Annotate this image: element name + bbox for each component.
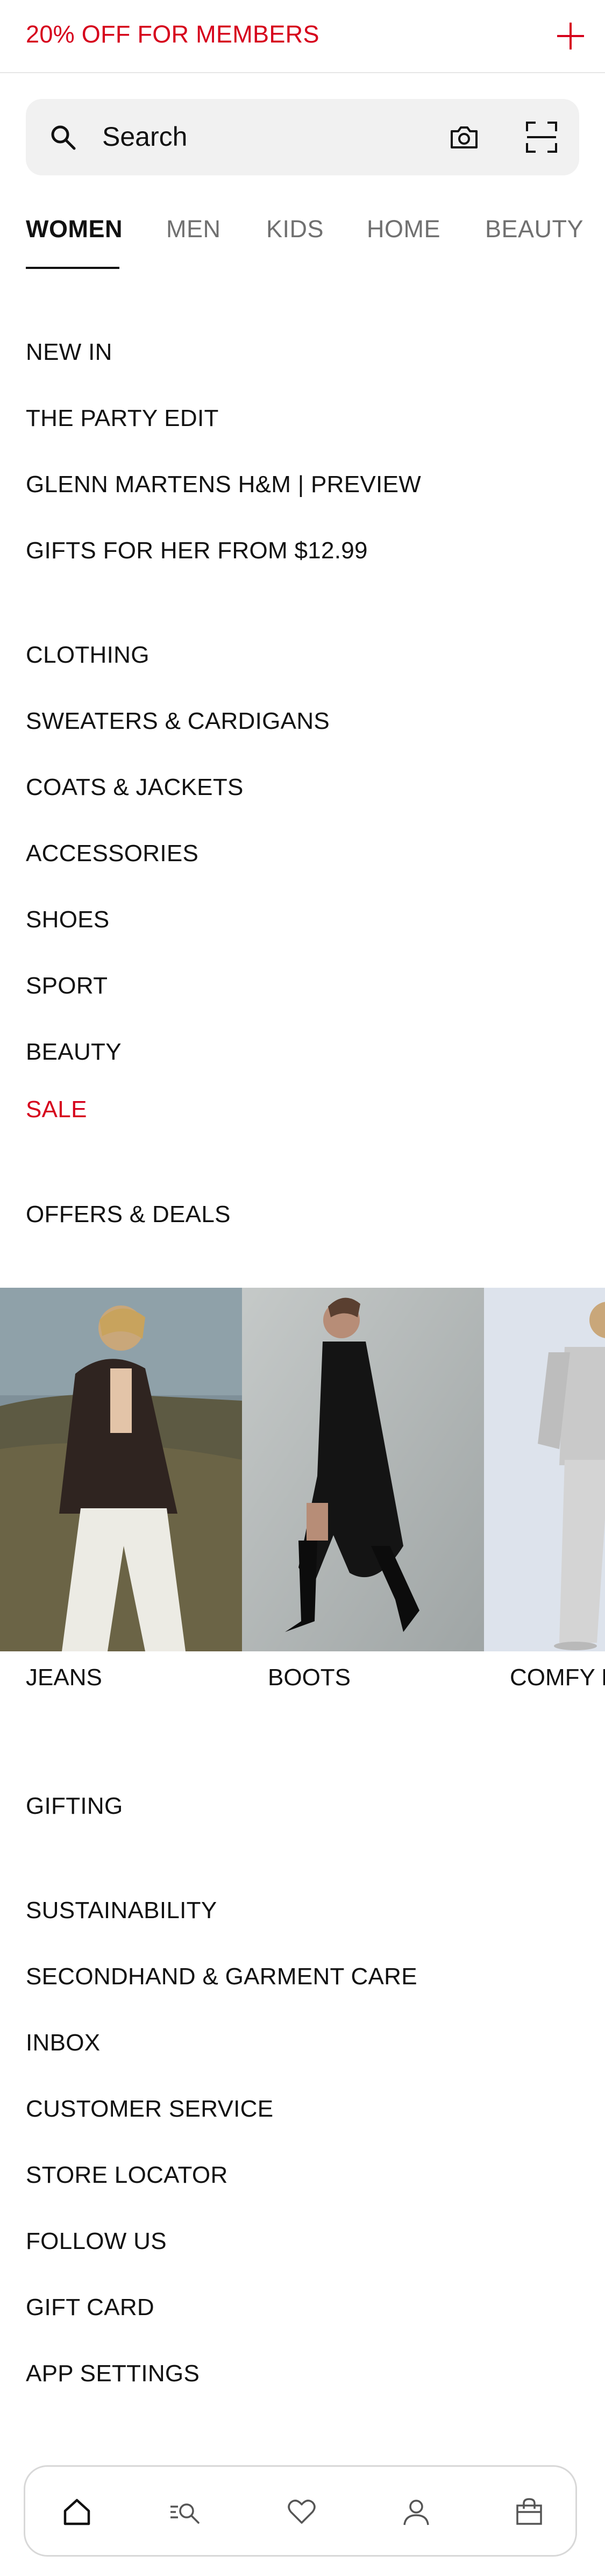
menu-item-secondhand[interactable]: SECONDHAND & GARMENT CARE: [26, 1963, 417, 1990]
menu-item-gift-card[interactable]: GIFT CARD: [26, 2294, 154, 2321]
favorites-icon[interactable]: [284, 2495, 319, 2529]
menu-item-party-edit[interactable]: THE PARTY EDIT: [26, 405, 219, 432]
browse-icon[interactable]: [168, 2495, 203, 2529]
menu-item-beauty[interactable]: BEAUTY: [26, 1039, 122, 1066]
menu-item-offers[interactable]: OFFERS & DEALS: [26, 1201, 231, 1228]
menu-item-follow-us[interactable]: FOLLOW US: [26, 2228, 167, 2255]
active-tab-indicator: [26, 267, 119, 269]
menu-item-gifts-for-her[interactable]: GIFTS FOR HER FROM $12.99: [26, 537, 368, 564]
carousel-label: JEANS: [26, 1664, 102, 1691]
scan-icon[interactable]: [525, 120, 558, 154]
tab-home[interactable]: HOME: [367, 215, 440, 243]
search-bar: [26, 99, 579, 175]
search-input[interactable]: [102, 115, 425, 158]
menu-item-coats[interactable]: COATS & JACKETS: [26, 774, 244, 801]
carousel-label: BOOTS: [268, 1664, 351, 1691]
jeans-image: [0, 1288, 242, 1651]
menu-item-sale[interactable]: SALE: [26, 1096, 87, 1123]
menu-item-customer-service[interactable]: CUSTOMER SERVICE: [26, 2096, 273, 2123]
menu-item-sustainability[interactable]: SUSTAINABILITY: [26, 1897, 217, 1924]
account-icon[interactable]: [399, 2495, 433, 2529]
menu-item-glenn-martens[interactable]: GLENN MARTENS H&M | PREVIEW: [26, 471, 421, 498]
bottom-navigation: [24, 2465, 577, 2557]
tab-beauty[interactable]: BEAUTY: [485, 215, 583, 243]
menu-item-new-in[interactable]: NEW IN: [26, 339, 112, 366]
boots-image: [242, 1288, 484, 1651]
promo-bar[interactable]: 20% OFF FOR MEMBERS: [0, 0, 605, 73]
plus-icon[interactable]: [555, 20, 586, 52]
tab-women[interactable]: WOMEN: [26, 215, 123, 243]
menu-item-app-settings[interactable]: APP SETTINGS: [26, 2360, 200, 2387]
bag-icon[interactable]: [512, 2495, 546, 2529]
category-carousel[interactable]: JEANS BOOTS COMFY: [0, 1288, 605, 1707]
menu-item-inbox[interactable]: INBOX: [26, 2029, 100, 2056]
menu-item-sport[interactable]: SPORT: [26, 973, 108, 999]
menu-item-gifting[interactable]: GIFTING: [26, 1793, 123, 1820]
tab-kids[interactable]: KIDS: [266, 215, 324, 243]
menu-item-clothing[interactable]: CLOTHING: [26, 642, 150, 669]
search-icon: [51, 125, 76, 150]
menu-item-accessories[interactable]: ACCESSORIES: [26, 840, 198, 867]
camera-icon[interactable]: [449, 122, 480, 153]
tab-men[interactable]: MEN: [166, 215, 221, 243]
home-icon[interactable]: [60, 2495, 94, 2529]
loungewear-image: [484, 1288, 605, 1651]
menu-item-store-locator[interactable]: STORE LOCATOR: [26, 2162, 228, 2189]
menu-item-shoes[interactable]: SHOES: [26, 906, 110, 933]
carousel-label: COMFY LOUNGEWEAR: [510, 1664, 605, 1691]
promo-text[interactable]: 20% OFF FOR MEMBERS: [26, 20, 319, 48]
department-tabs: WOMEN MEN KIDS HOME BEAUTY: [0, 199, 605, 269]
menu-item-sweaters[interactable]: SWEATERS & CARDIGANS: [26, 708, 330, 735]
